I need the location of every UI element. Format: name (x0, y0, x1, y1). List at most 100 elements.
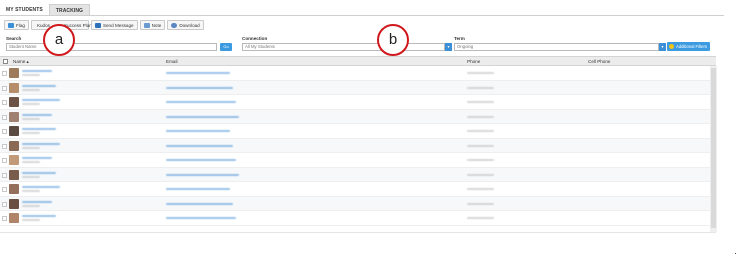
table-row[interactable] (0, 80, 716, 95)
row-checkbox[interactable] (2, 216, 7, 221)
phone-redacted (467, 86, 494, 89)
table-row[interactable] (0, 66, 716, 81)
row-checkbox[interactable] (2, 172, 7, 178)
term-label: Term (454, 36, 465, 41)
student-id-redacted (22, 219, 40, 221)
student-name-redacted[interactable] (22, 142, 60, 145)
table-row[interactable] (0, 138, 716, 153)
download-label: Download (179, 22, 200, 28)
note-icon (143, 22, 150, 28)
student-id-redacted (22, 190, 40, 192)
email-redacted[interactable] (166, 101, 236, 103)
avatar (9, 213, 19, 223)
additional-filters-label: Additional Filters (676, 44, 707, 49)
column-cell-phone[interactable]: Cell Phone (588, 59, 610, 64)
email-redacted[interactable] (166, 144, 233, 147)
student-name-redacted[interactable] (22, 186, 60, 188)
student-name-redacted[interactable] (22, 99, 60, 101)
phone-redacted (467, 173, 494, 176)
table-scrollbar[interactable] (710, 66, 717, 232)
cloud-download-icon (171, 22, 178, 28)
column-name[interactable]: Name ▴ (13, 59, 29, 65)
table-row[interactable] (0, 153, 716, 168)
callout-a: a (43, 24, 75, 56)
phone-redacted (467, 202, 494, 205)
table-row[interactable] (0, 196, 716, 211)
go-button[interactable]: Go (220, 43, 232, 51)
column-phone[interactable]: Phone (467, 59, 480, 64)
phone-redacted (467, 217, 494, 219)
column-email[interactable]: Email (166, 59, 178, 64)
connection-select[interactable]: All My Students (242, 43, 445, 51)
table-row[interactable] (0, 211, 716, 226)
student-name-redacted[interactable] (22, 171, 56, 174)
flag-icon (8, 22, 14, 28)
student-name-redacted[interactable] (22, 84, 56, 87)
avatar (9, 97, 19, 107)
student-name-redacted[interactable] (22, 215, 56, 217)
student-name-redacted[interactable] (22, 128, 56, 130)
student-id-redacted (22, 146, 40, 149)
table-row[interactable] (0, 167, 716, 182)
term-chevron-down-icon[interactable]: ▾ (659, 43, 666, 51)
student-name-redacted[interactable] (22, 113, 52, 116)
additional-filters-button[interactable]: Additional Filters (667, 42, 710, 51)
email-redacted[interactable] (166, 217, 236, 219)
row-checkbox[interactable] (2, 158, 7, 163)
term-select[interactable]: Ongoing (454, 43, 659, 51)
row-checkbox[interactable] (2, 129, 7, 134)
row-checkbox[interactable] (2, 143, 7, 149)
tracking-page: MY STUDENTS TRACKING Flag Kudos Success … (0, 0, 740, 261)
avatar (9, 198, 19, 209)
student-id-redacted (22, 74, 40, 76)
phone-redacted (467, 72, 494, 74)
email-redacted[interactable] (166, 202, 233, 205)
table-row[interactable] (0, 182, 716, 197)
avatar (9, 82, 19, 93)
send-message-button[interactable]: Send Message (90, 20, 138, 30)
email-redacted[interactable] (166, 188, 230, 190)
row-checkbox[interactable] (2, 71, 7, 76)
scrollbar-thumb[interactable] (711, 68, 716, 228)
send-message-label: Send Message (102, 22, 134, 28)
email-redacted[interactable] (166, 86, 233, 89)
student-name-redacted[interactable] (22, 70, 52, 72)
avatar (9, 68, 19, 78)
table-row[interactable] (0, 95, 716, 110)
avatar (9, 126, 19, 136)
row-checkbox[interactable] (2, 85, 7, 91)
email-redacted[interactable] (166, 72, 230, 74)
row-checkbox[interactable] (2, 114, 7, 120)
student-id-redacted (22, 117, 40, 120)
row-checkbox[interactable] (2, 100, 7, 105)
connection-label: Connection (242, 36, 268, 41)
note-button[interactable]: Note (139, 20, 166, 30)
student-id-redacted (22, 161, 40, 163)
student-id-redacted (22, 132, 40, 134)
table-header: Name ▴ Email Phone Cell Phone (0, 56, 716, 66)
phone-redacted (467, 101, 494, 103)
avatar (9, 184, 19, 194)
flag-button[interactable]: Flag (4, 20, 29, 30)
table-row[interactable] (0, 124, 716, 139)
email-redacted[interactable] (166, 159, 236, 161)
avatar (9, 111, 19, 122)
download-button[interactable]: Download (167, 20, 204, 30)
email-redacted[interactable] (166, 173, 239, 176)
email-redacted[interactable] (166, 130, 230, 132)
avatar (9, 140, 19, 151)
select-all-checkbox[interactable] (3, 59, 8, 64)
student-id-redacted (22, 103, 40, 105)
table-row[interactable] (0, 109, 716, 124)
phone-redacted (467, 130, 494, 132)
student-name-redacted[interactable] (22, 157, 52, 159)
row-checkbox[interactable] (2, 187, 7, 192)
avatar (9, 169, 19, 180)
row-checkbox[interactable] (2, 201, 7, 207)
email-redacted[interactable] (166, 115, 239, 118)
note-label: Note (151, 22, 162, 28)
connection-chevron-down-icon[interactable]: ▾ (445, 43, 452, 51)
search-input[interactable]: Student Name (6, 43, 217, 51)
student-name-redacted[interactable] (22, 200, 52, 203)
student-table-body (0, 66, 716, 226)
